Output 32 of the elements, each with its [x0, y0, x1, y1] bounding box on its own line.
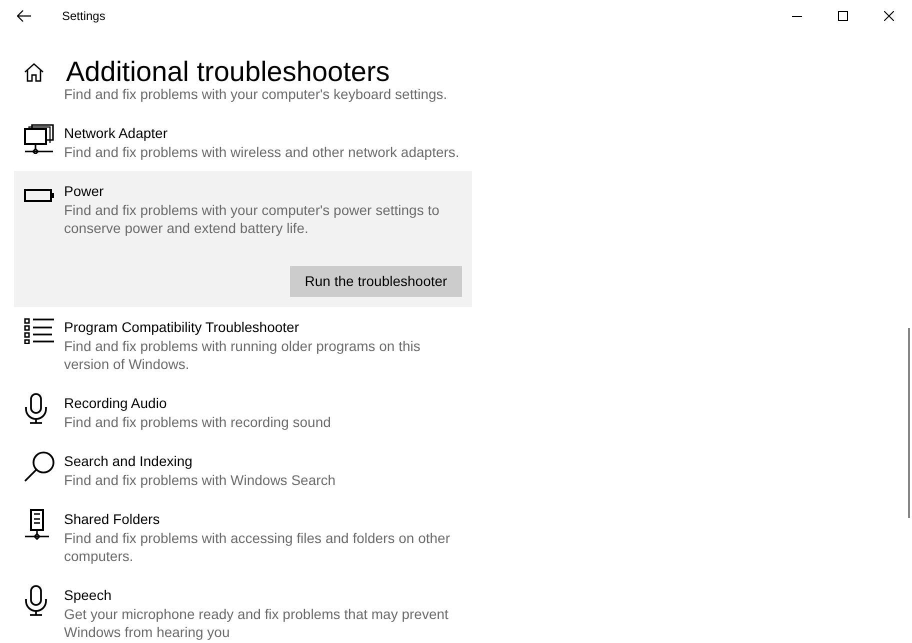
- troubleshooter-description: Find and fix problems with Windows Search: [64, 471, 337, 489]
- networked-monitors-icon: [24, 124, 54, 154]
- maximize-icon: [838, 11, 848, 21]
- troubleshooter-description: Find and fix problems with your computer's keyboard settings.: [64, 86, 448, 103]
- checklist-icon: [24, 318, 54, 344]
- troubleshooter-title: Network Adapter: [64, 124, 168, 143]
- troubleshooter-description: Find and fix problems with your computer's power settings to conserve power and extend battery life.: [64, 201, 440, 237]
- window-title: Settings: [62, 8, 106, 25]
- troubleshooter-description: Find and fix problems with wireless and other network adapters.: [64, 143, 460, 161]
- back-arrow-icon: [17, 10, 31, 22]
- microphone-icon: [24, 393, 48, 424]
- troubleshooter-title: Speech: [64, 586, 112, 605]
- troubleshooter-description: Find and fix problems with running older programs on this version of Windows.: [64, 337, 422, 373]
- troubleshooter-title: Recording Audio: [64, 394, 168, 413]
- troubleshooter-title: Power: [64, 182, 105, 201]
- troubleshooter-description: Find and fix problems with accessing files and folders on other computers.: [64, 529, 451, 565]
- troubleshooter-title: Program Compatibility Troubleshooter: [64, 318, 300, 337]
- troubleshooter-item[interactable]: Power Find and fix problems with your computer's power settings to conserve power and extend battery life. Run the troubleshooter: [14, 171, 472, 307]
- server-tower-icon: [24, 509, 50, 540]
- run-troubleshooter-button[interactable]: Run the troubleshooter: [290, 266, 462, 297]
- search-icon: [24, 451, 55, 482]
- troubleshooter-title: Search and Indexing: [64, 452, 194, 471]
- home-icon: [24, 62, 44, 82]
- troubleshooter-description: Find and fix problems with recording sound: [64, 413, 332, 431]
- microphone-icon: [24, 585, 48, 616]
- home-button[interactable]: [24, 62, 44, 82]
- battery-icon: [24, 189, 54, 202]
- troubleshooter-description: Get your microphone ready and fix problems that may prevent Windows from hearing you: [64, 605, 450, 641]
- page-title: Additional troubleshooters: [66, 58, 390, 86]
- troubleshooter-title: Shared Folders: [64, 510, 161, 529]
- close-icon: [884, 11, 894, 21]
- scrollbar-thumb[interactable]: [908, 328, 910, 518]
